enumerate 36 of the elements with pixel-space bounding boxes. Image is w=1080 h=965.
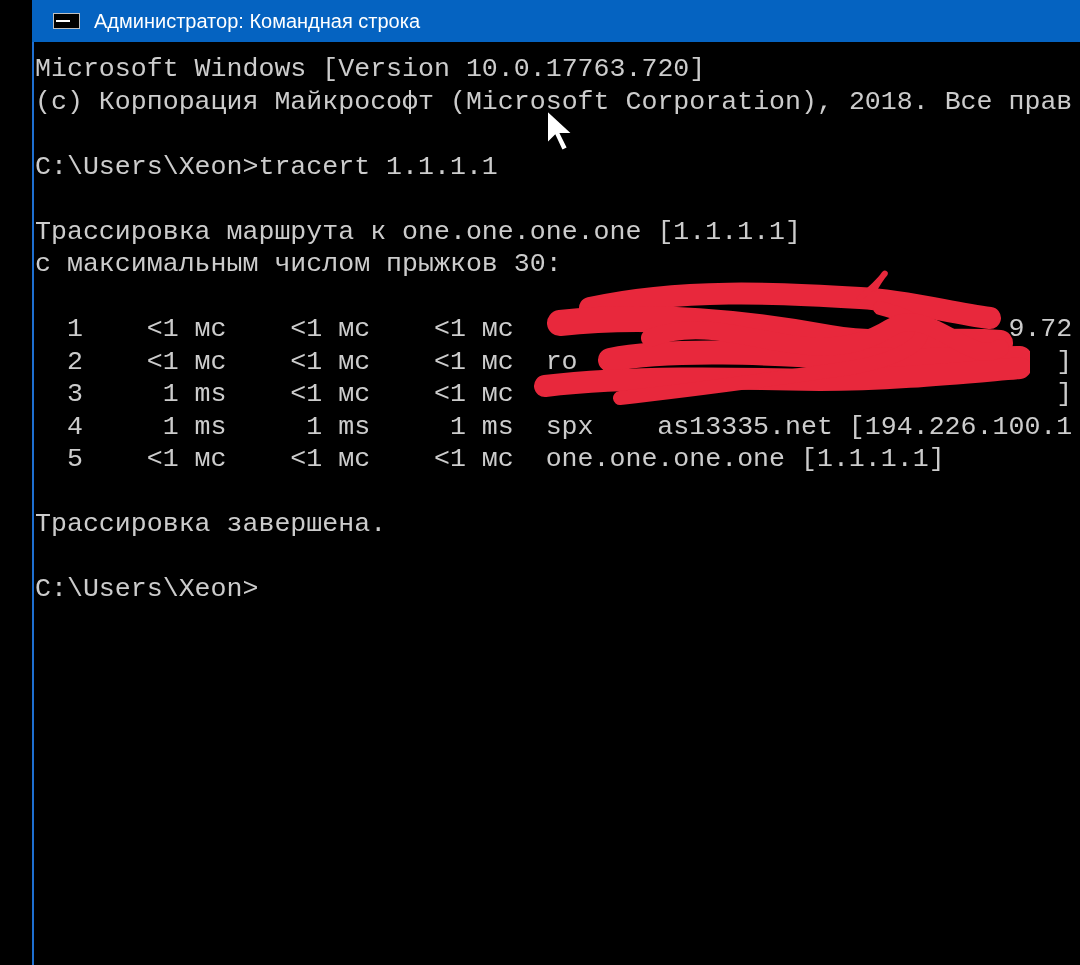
hop-time: <1 мс <box>145 313 227 346</box>
hop-host: spx <box>545 410 594 443</box>
hop-time: <1 мс <box>289 345 371 378</box>
hop-time: <1 мс <box>432 313 514 346</box>
console-line: Microsoft Windows [Version 10.0.17763.720] <box>35 53 706 86</box>
hop-time: <1 мс <box>289 378 371 411</box>
console-line: C:\Users\Xeon> <box>35 573 259 606</box>
hop-time: 1 ms <box>161 378 227 411</box>
hop-host: 9.72 <box>1008 313 1073 346</box>
hop-time: <1 мс <box>145 345 227 378</box>
hop-number: 1 <box>65 313 83 346</box>
hop-time: 1 ms <box>448 410 514 443</box>
hop-host: one.one.one.one [1.1.1.1] <box>545 443 945 476</box>
hop-time: <1 мс <box>289 313 371 346</box>
hop-host: as13335.net [194.226.100.1 <box>657 410 1073 443</box>
console-line: Трассировка маршрута к one.one.one.one [1.1.1.1] <box>35 215 802 248</box>
window-title: Администратор: Командная строка <box>94 9 421 34</box>
console-icon <box>53 13 80 29</box>
hop-time: <1 мс <box>432 378 514 411</box>
hop-time: <1 мс <box>289 443 371 476</box>
hop-time: <1 мс <box>145 443 227 476</box>
hop-time: 1 ms <box>305 410 371 443</box>
hop-number: 5 <box>65 443 83 476</box>
hop-time: <1 мс <box>432 443 514 476</box>
console-line: (c) Корпорация Майкрософт (Microsoft Corporation), 2018. Все прав <box>35 85 1073 118</box>
hop-host: ro <box>545 345 578 378</box>
hop-number: 3 <box>65 378 83 411</box>
hop-host: ] <box>1056 378 1073 411</box>
hop-number: 4 <box>65 410 83 443</box>
console-line: C:\Users\Xeon>tracert 1.1.1.1 <box>35 150 498 183</box>
hop-time: 1 ms <box>161 410 227 443</box>
hop-host: ] <box>1056 345 1073 378</box>
console-line: с максимальным числом прыжков 30: <box>35 248 562 281</box>
hop-number: 2 <box>65 345 83 378</box>
hop-time: <1 мс <box>432 345 514 378</box>
console-line: Трассировка завершена. <box>35 508 387 541</box>
